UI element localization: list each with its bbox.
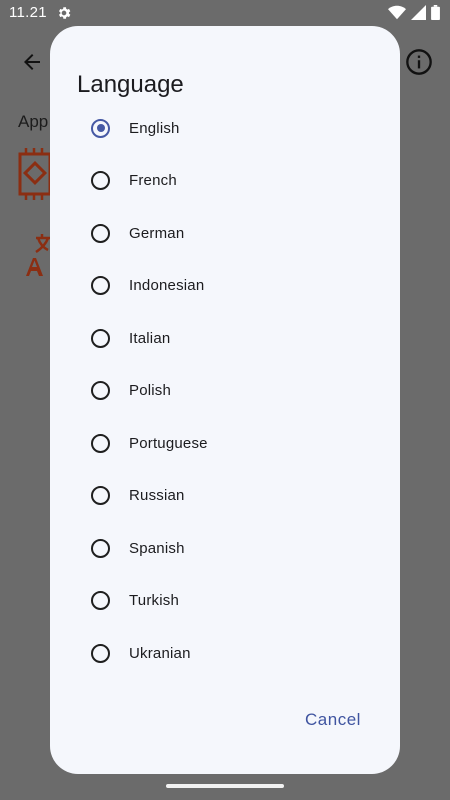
status-bar: 11.21 — [0, 0, 450, 28]
language-option-turkish[interactable]: Turkish — [50, 575, 400, 628]
dialog-title: Language — [77, 71, 184, 98]
option-label: Polish — [129, 382, 172, 400]
language-option-spanish[interactable]: Spanish — [50, 522, 400, 575]
option-label: Indonesian — [129, 277, 205, 295]
language-options: English French German Indonesian Italian… — [50, 102, 400, 680]
option-label: Portuguese — [129, 434, 208, 452]
radio-button[interactable] — [91, 328, 110, 348]
battery-icon — [431, 5, 440, 20]
option-label: Russian — [129, 487, 185, 505]
info-icon[interactable] — [405, 48, 433, 76]
signal-icon — [411, 5, 426, 20]
status-icons — [388, 5, 440, 20]
radio-button[interactable] — [91, 433, 110, 453]
option-label: German — [129, 224, 185, 242]
wifi-icon — [388, 5, 406, 20]
cancel-button[interactable]: Cancel — [288, 700, 378, 740]
navigation-handle[interactable] — [166, 784, 284, 788]
radio-button[interactable] — [91, 223, 110, 243]
language-option-french[interactable]: French — [50, 155, 400, 208]
radio-button[interactable] — [91, 276, 110, 296]
radio-button[interactable] — [91, 486, 110, 506]
language-option-indonesian[interactable]: Indonesian — [50, 260, 400, 313]
language-option-polish[interactable]: Polish — [50, 365, 400, 418]
chip-icon — [18, 148, 52, 200]
radio-button[interactable] — [91, 381, 110, 401]
language-option-portuguese[interactable]: Portuguese — [50, 417, 400, 470]
settings-icon — [59, 7, 71, 19]
status-time: 11.21 — [9, 4, 47, 21]
section-label: App — [18, 112, 49, 131]
radio-button[interactable] — [91, 118, 110, 138]
radio-button[interactable] — [91, 171, 110, 191]
language-option-italian[interactable]: Italian — [50, 312, 400, 365]
language-option-russian[interactable]: Russian — [50, 470, 400, 523]
language-option-ukranian[interactable]: Ukranian — [50, 627, 400, 680]
language-option-english[interactable]: English — [50, 102, 400, 155]
option-label: French — [129, 172, 177, 190]
radio-button[interactable] — [91, 591, 110, 611]
language-dialog: Language English French German Indonesia… — [50, 26, 400, 774]
back-arrow-icon[interactable] — [19, 50, 45, 74]
language-option-german[interactable]: German — [50, 207, 400, 260]
radio-button[interactable] — [91, 538, 110, 558]
option-label: Spanish — [129, 539, 185, 557]
radio-button[interactable] — [91, 643, 110, 663]
option-label: Turkish — [129, 592, 180, 610]
option-label: Ukranian — [129, 644, 191, 662]
option-label: Italian — [129, 329, 171, 347]
option-label: English — [129, 119, 180, 137]
